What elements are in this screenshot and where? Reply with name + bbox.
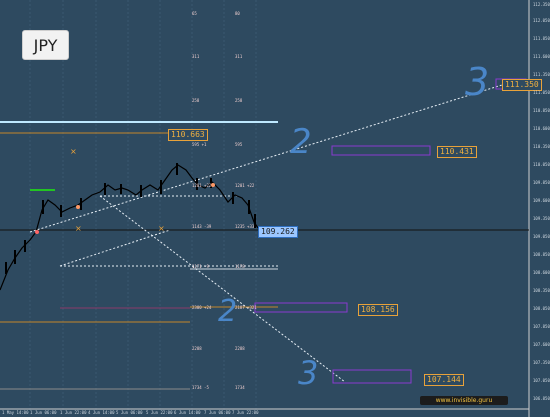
y-tick: 107.850 xyxy=(533,324,550,329)
y-tick: 111.350 xyxy=(533,72,550,77)
volume-label: 258 xyxy=(235,98,243,103)
volume-label: 1201 +22 xyxy=(192,183,212,188)
wave-label-3-bottom: 3 xyxy=(298,354,319,392)
y-tick: 111.850 xyxy=(533,36,550,41)
footer-watermark: www.invisible.guru xyxy=(420,396,508,405)
y-tick: 109.850 xyxy=(533,180,550,185)
y-tick: 109.350 xyxy=(533,216,550,221)
y-tick: 108.350 xyxy=(533,288,550,293)
x-tick: 1 Jun 22:00 xyxy=(60,410,87,415)
volume-label: 1235 +33 xyxy=(235,224,255,229)
x-tick: 5 Jun 22:00 xyxy=(146,410,173,415)
y-tick: 109.050 xyxy=(533,234,550,239)
x-tick: 4 Jun 14:00 xyxy=(88,410,115,415)
wave-label-2-upper: 2 xyxy=(290,122,312,162)
svg-text:×: × xyxy=(70,147,77,156)
y-tick: 107.600 xyxy=(533,342,550,347)
volume-label: 2288 xyxy=(235,346,245,351)
current-price-label[interactable]: 109.262 xyxy=(258,226,298,238)
volume-label: 1171 -9 xyxy=(192,264,209,269)
y-tick: 110.600 xyxy=(533,126,550,131)
volume-label: 2288 xyxy=(192,346,202,351)
y-tick: 112.350 xyxy=(533,2,550,7)
y-tick: 111.050 xyxy=(533,90,550,95)
volume-label: 1201 +22 xyxy=(235,183,255,188)
volume-label: 1143 -39 xyxy=(192,224,212,229)
y-tick: 107.050 xyxy=(533,378,550,383)
x-tick: 6 Jun 14:00 xyxy=(174,410,201,415)
y-tick: 107.350 xyxy=(533,360,550,365)
volume-label: 2300 +24 xyxy=(192,305,212,310)
x-tick: 1 Jun 06:00 xyxy=(30,410,57,415)
volume-label: 595 +1 xyxy=(192,142,207,147)
volume-label: 311 xyxy=(235,54,243,59)
level-b[interactable]: 110.431 xyxy=(437,146,477,158)
svg-text:×: × xyxy=(158,224,165,233)
y-tick: 110.050 xyxy=(533,162,550,167)
volume-label: 595 xyxy=(235,142,243,147)
x-tick: 7 Jun 22:00 xyxy=(232,410,259,415)
y-tick: 108.050 xyxy=(533,306,550,311)
wave-label-2-lower: 2 xyxy=(218,294,238,329)
svg-text:×: × xyxy=(75,224,82,233)
symbol-label: JPY xyxy=(22,30,69,60)
volume-label: 311 xyxy=(192,54,200,59)
volume-label: 258 xyxy=(192,98,200,103)
x-tick: 1 May 14:00 xyxy=(2,410,29,415)
x-tick: 5 Jun 06:00 xyxy=(116,410,143,415)
x-tick: 7 Jun 06:00 xyxy=(204,410,231,415)
y-tick: 108.600 xyxy=(533,270,550,275)
y-tick: 112.050 xyxy=(533,18,550,23)
y-tick: 110.850 xyxy=(533,108,550,113)
level-a[interactable]: 110.663 xyxy=(168,129,208,141)
footer-text: www.invisible.guru xyxy=(435,397,493,404)
volume-label: 1734 xyxy=(235,385,245,390)
level-d[interactable]: 107.144 xyxy=(424,374,464,386)
volume-label: 80 xyxy=(235,11,240,16)
y-tick: 111.600 xyxy=(533,54,550,59)
y-tick: 108.850 xyxy=(533,252,550,257)
volume-label: 1734 -5 xyxy=(192,385,209,390)
y-tick: 109.600 xyxy=(533,198,550,203)
y-tick: 106.850 xyxy=(533,396,550,401)
level-c[interactable]: 108.156 xyxy=(358,304,398,316)
volume-label: 65 xyxy=(192,11,197,16)
volume-label: 2187 +321 xyxy=(235,305,257,310)
y-tick: 110.350 xyxy=(533,144,550,149)
volume-label: 1178 xyxy=(235,264,245,269)
wave-label-3-top: 3 xyxy=(465,60,490,104)
